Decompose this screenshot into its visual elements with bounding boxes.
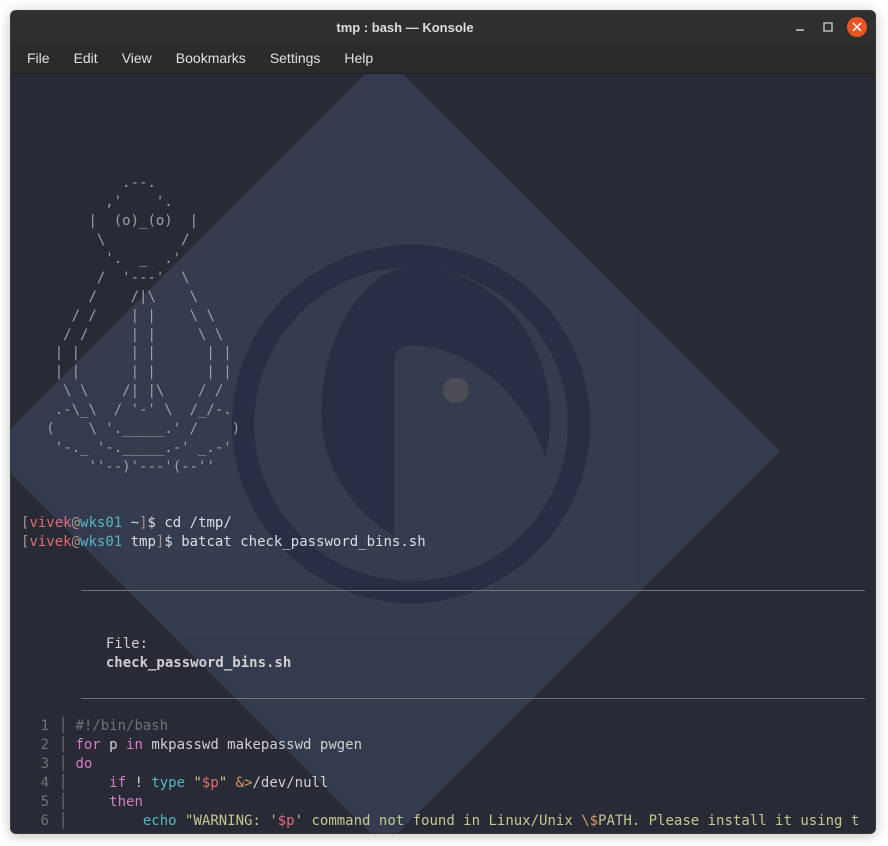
ascii-art: .--. ,' '. | (o)_(o) | \ / '. _ .' / '--… — [21, 174, 865, 476]
konsole-window: tmp : bash — Konsole File Edit View Book… — [10, 10, 876, 834]
menu-view[interactable]: View — [112, 47, 162, 69]
bat-mid-rule — [81, 698, 865, 699]
bat-top-rule — [81, 590, 865, 591]
menu-file[interactable]: File — [17, 47, 60, 69]
bat-file-header: File: check_password_bins.sh — [21, 610, 865, 679]
titlebar[interactable]: tmp : bash — Konsole — [11, 11, 875, 43]
bat-body: 1│#!/bin/bash2│for p in mkpasswd makepas… — [21, 717, 865, 833]
menubar: File Edit View Bookmarks Settings Help — [11, 43, 875, 74]
window-title: tmp : bash — Konsole — [19, 20, 791, 35]
menu-settings[interactable]: Settings — [260, 47, 331, 69]
close-button[interactable] — [847, 17, 867, 37]
minimize-button[interactable] — [791, 18, 809, 36]
window-controls — [791, 17, 867, 37]
maximize-button[interactable] — [819, 18, 837, 36]
menu-edit[interactable]: Edit — [64, 47, 108, 69]
bat-file-label: File: — [106, 636, 148, 652]
bat-filename: check_password_bins.sh — [106, 655, 291, 671]
terminal[interactable]: .--. ,' '. | (o)_(o) | \ / '. _ .' / '--… — [11, 74, 875, 833]
menu-help[interactable]: Help — [334, 47, 383, 69]
menu-bookmarks[interactable]: Bookmarks — [166, 47, 256, 69]
prompt-lines: [vivek@wks01 ~]$ cd /tmp/[vivek@wks01 tm… — [21, 514, 865, 552]
